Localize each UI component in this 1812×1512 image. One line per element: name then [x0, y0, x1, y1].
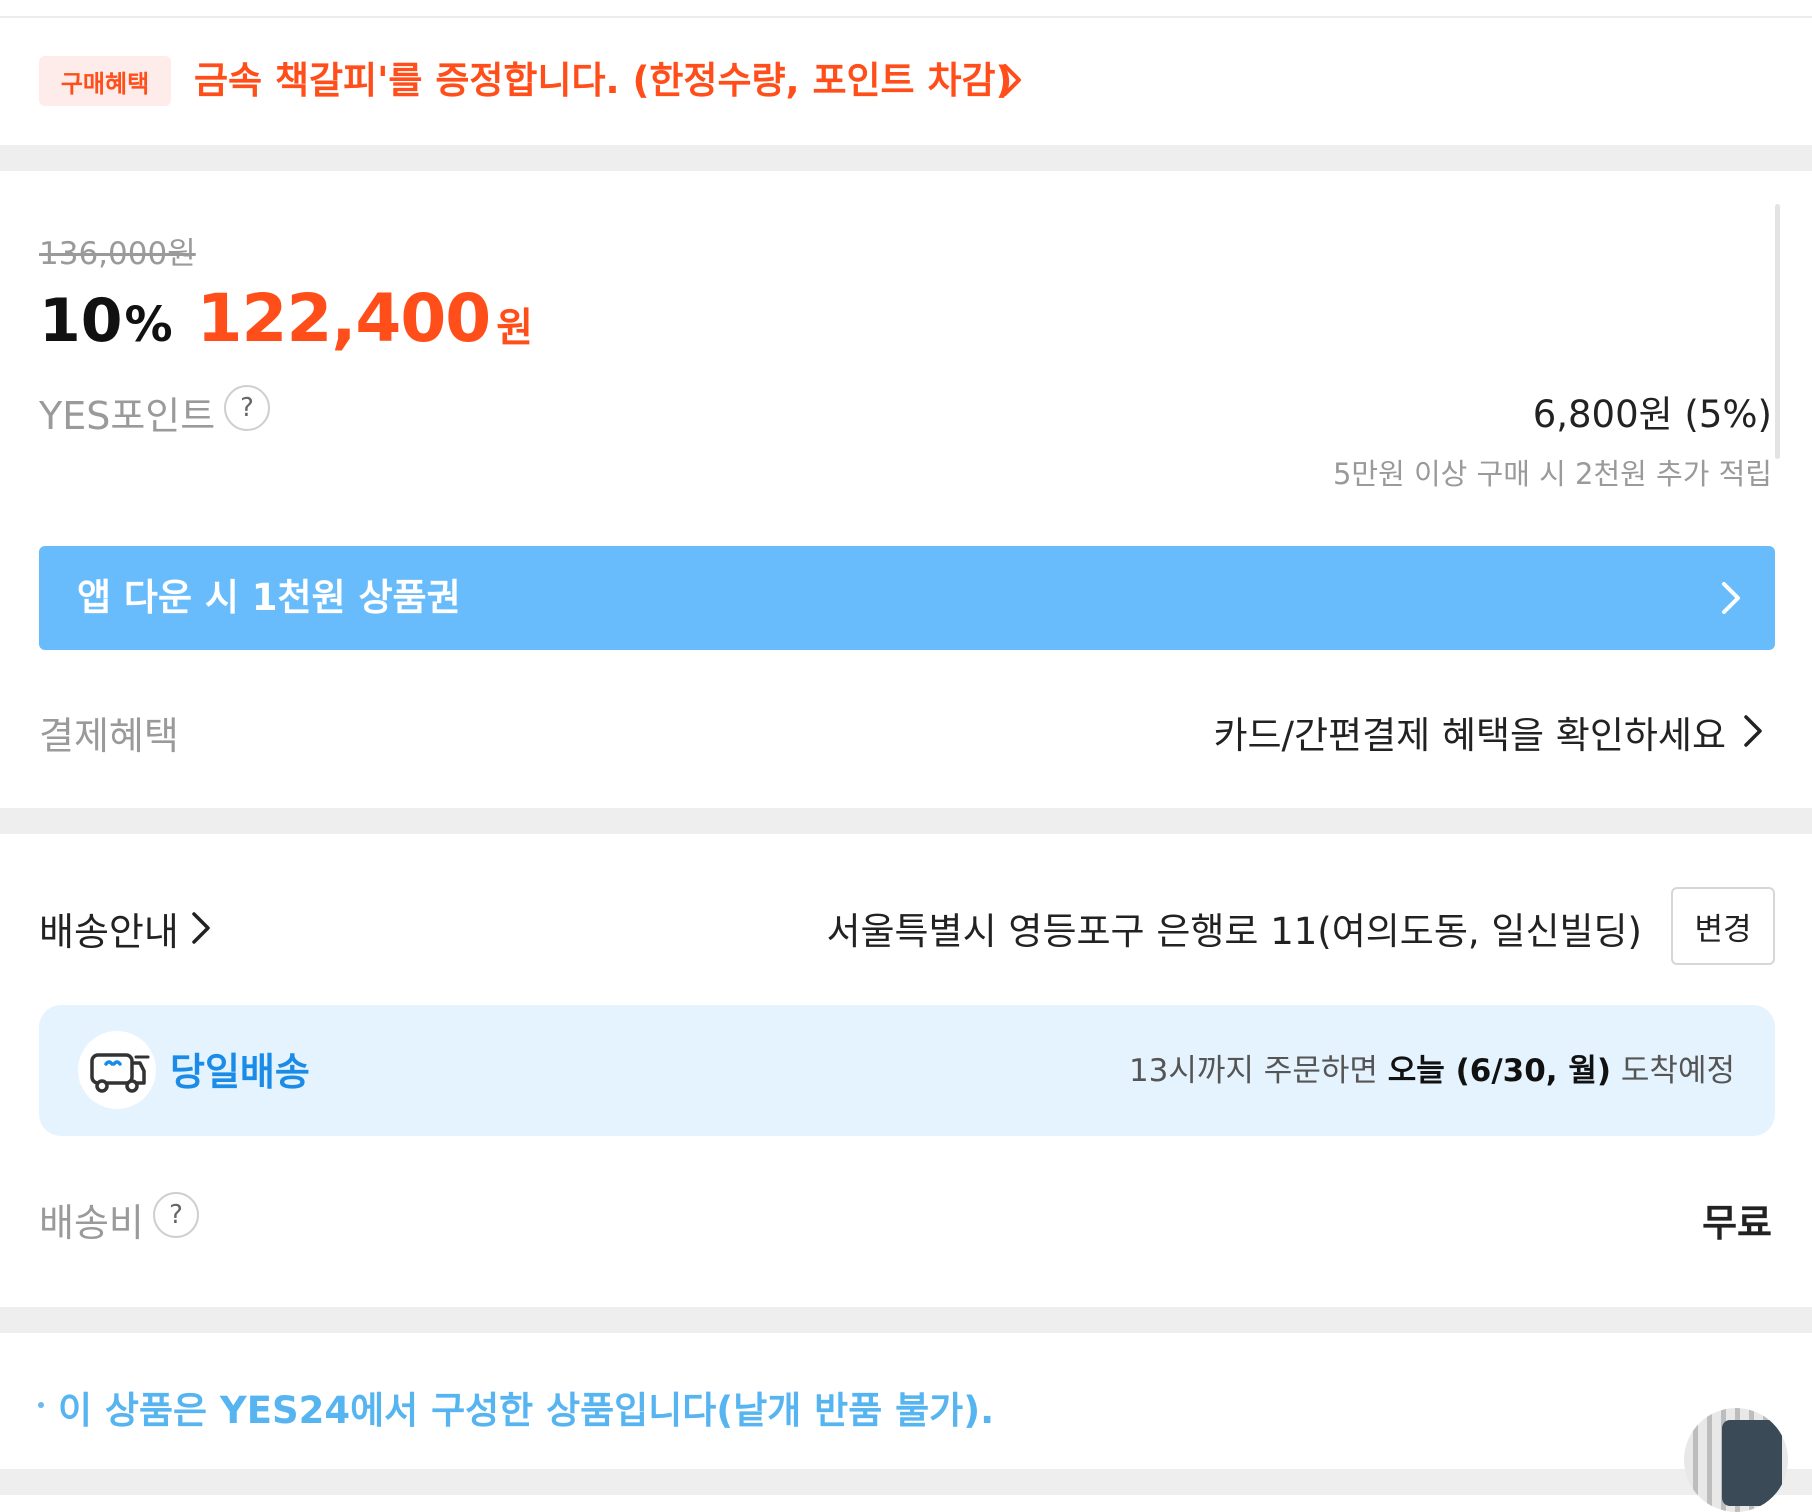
same-day-delivery-box: 당일배송 13시까지 주문하면 오늘 (6/30, 월) 도착예정 — [39, 1005, 1775, 1136]
section-divider — [0, 1469, 1812, 1495]
price-row: 10 % 122,400 원 — [39, 280, 533, 360]
change-address-button[interactable]: 변경 — [1671, 887, 1775, 965]
discount-rate: 10 — [39, 286, 123, 356]
section-divider — [0, 145, 1812, 171]
help-icon[interactable]: ? — [153, 1192, 199, 1238]
yes-point-note: 5만원 이상 구매 시 2천원 추가 적립 — [1332, 457, 1772, 491]
payment-benefit-link[interactable]: 카드/간편결제 혜택을 확인하세요 — [1213, 705, 1726, 759]
delivery-date: 오늘 (6/30, 월) — [1387, 1053, 1612, 1089]
shipping-fee-value: 무료 — [1702, 1201, 1772, 1245]
yes-point-label: YES포인트 — [39, 394, 216, 438]
section-divider — [0, 1307, 1812, 1333]
chevron-right-icon[interactable] — [183, 908, 219, 948]
chevron-right-icon — [1722, 582, 1740, 614]
shipping-info-link[interactable]: 배송안내 — [39, 901, 179, 956]
section-divider — [0, 808, 1812, 834]
delivery-cutoff: 13시까지 주문하면 — [1128, 1053, 1378, 1089]
app-banner-text: 앱 다운 시 1천원 상품권 — [77, 576, 461, 619]
bullet — [38, 1402, 44, 1408]
promo-link[interactable]: 금속 책갈피'를 증정합니다. (한정수량, 포인트 차감) — [194, 55, 1012, 107]
scrollbar[interactable] — [1775, 204, 1780, 459]
currency-unit: 원 — [496, 305, 534, 351]
truck-icon — [78, 1031, 156, 1109]
shipping-fee-label: 배송비 — [39, 1201, 144, 1245]
original-price: 136,000원 — [39, 236, 196, 272]
app-download-banner[interactable]: 앱 다운 시 1천원 상품권 — [39, 546, 1775, 650]
sale-price: 122,400 — [196, 280, 492, 357]
purchase-benefit-badge: 구매혜택 — [39, 56, 171, 106]
delivery-suffix: 도착예정 — [1620, 1053, 1735, 1089]
help-icon[interactable]: ? — [224, 385, 270, 431]
yes-point-value: 6,800원 (5%) — [1532, 393, 1772, 436]
payment-benefit-label: 결제혜택 — [39, 714, 179, 758]
chevron-right-icon[interactable] — [1735, 711, 1771, 751]
top-divider — [0, 16, 1812, 18]
chevron-right-icon[interactable] — [992, 60, 1032, 100]
floating-profile-button[interactable] — [1684, 1408, 1788, 1512]
discount-unit: % — [124, 297, 173, 353]
same-day-delivery-label: 당일배송 — [170, 1050, 310, 1094]
same-day-delivery-info: 13시까지 주문하면 오늘 (6/30, 월) 도착예정 — [1129, 1045, 1735, 1090]
shipping-address: 서울특별시 영등포구 은행로 11(여의도동, 일신빌딩) — [826, 910, 1642, 953]
avatar — [1722, 1420, 1782, 1506]
product-notice: 이 상품은 YES24에서 구성한 상품입니다(낱개 반품 불가). — [58, 1389, 995, 1432]
